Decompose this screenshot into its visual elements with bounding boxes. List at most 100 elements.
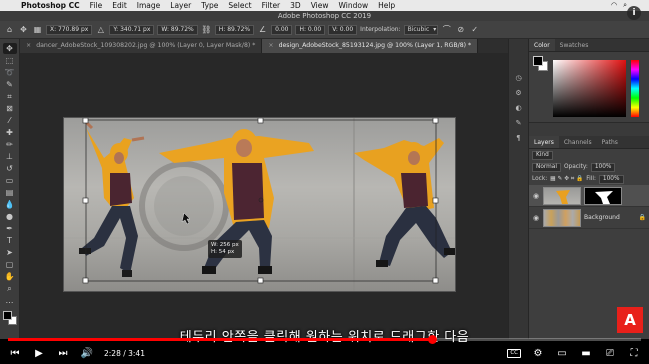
opacity-field[interactable]: 100% [590,162,616,172]
menu-type[interactable]: Type [196,1,223,10]
menu-3d[interactable]: 3D [285,1,306,10]
next-icon[interactable]: ⏭ [56,348,70,359]
reference-point-icon[interactable]: ▦ [32,24,43,35]
lock-icons[interactable]: ▦ ✎ ✥ ⌗ 🔒 [550,176,583,183]
transform-handle[interactable] [82,197,89,204]
menu-app-name[interactable]: Photoshop CC [16,1,85,10]
menu-edit[interactable]: Edit [107,1,132,10]
previous-icon[interactable]: ⏮ [8,348,22,359]
layer-row-background[interactable]: ◉ Background 🔒 [529,207,649,229]
clone-stamp-tool-icon[interactable]: ⊥ [3,151,17,162]
color-picker-field[interactable] [553,60,626,117]
adjustments-panel-icon[interactable]: ◐ [513,103,525,113]
move-tool-icon[interactable]: ✥ [18,24,29,35]
menu-select[interactable]: Select [223,1,256,10]
tab-layers[interactable]: Layers [529,136,559,148]
menu-layer[interactable]: Layer [165,1,196,10]
visibility-eye-icon[interactable]: ◉ [532,214,540,222]
commit-transform-icon[interactable]: ✓ [469,24,480,35]
cancel-transform-icon[interactable]: ⊘ [455,24,466,35]
wifi-icon[interactable]: ◠ [611,1,617,10]
shape-tool-icon[interactable]: ▢ [3,259,17,270]
history-brush-tool-icon[interactable]: ↺ [3,163,17,174]
settings-gear-icon[interactable]: ⚙ [531,348,545,359]
tab-paths[interactable]: Paths [597,136,623,148]
layer-kind-filter[interactable]: Kind [532,150,553,160]
fullscreen-icon[interactable]: ⛶ [627,348,641,359]
zoom-tool-icon[interactable]: ⌕ [3,283,17,294]
gradient-tool-icon[interactable]: ▤ [3,187,17,198]
play-icon[interactable]: ▶ [32,348,46,359]
cast-icon[interactable]: ⎚ [603,348,617,359]
warp-icon[interactable]: ⌒ [441,24,452,35]
marquee-tool-icon[interactable]: ⬚ [3,55,17,66]
tab-color[interactable]: Color [529,39,555,51]
menu-file[interactable]: File [85,1,108,10]
frame-tool-icon[interactable]: ⊠ [3,103,17,114]
video-info-icon[interactable]: i [627,6,641,20]
foreground-color-swatch[interactable] [2,311,12,320]
type-tool-icon[interactable]: T [3,235,17,246]
v-skew-field[interactable]: V: 0.00 [328,24,358,35]
relative-position-icon[interactable]: △ [95,24,106,35]
tab-channels[interactable]: Channels [559,136,597,148]
blend-mode-select[interactable]: Normal [532,162,561,172]
height-field[interactable]: H: 89.72% [214,24,255,35]
width-field[interactable]: W: 89.72% [157,24,198,35]
dodge-tool-icon[interactable]: ● [3,211,17,222]
transform-handle[interactable] [432,118,439,124]
visibility-eye-icon[interactable]: ◉ [532,192,540,200]
home-icon[interactable]: ⌂ [4,24,15,35]
transform-handle[interactable] [257,118,264,124]
layer-mask-thumbnail[interactable] [584,186,622,205]
hand-tool-icon[interactable]: ✋ [3,271,17,282]
move-tool-icon[interactable]: ✥ [2,43,17,54]
path-selection-tool-icon[interactable]: ➤ [3,247,17,258]
captions-icon[interactable]: CC [507,348,521,358]
lasso-tool-icon[interactable]: ➰ [3,67,17,78]
brushes-panel-icon[interactable]: ✎ [513,118,525,128]
layer-row-dancer[interactable]: ◉ [529,185,649,207]
fill-field[interactable]: 100% [598,174,624,184]
x-field[interactable]: X: 770.89 px [46,24,93,35]
h-skew-field[interactable]: H: 0.00 [295,24,326,35]
canvas-area[interactable]: W: 256 px H: 54 px [20,53,528,339]
transform-handle[interactable] [432,277,439,284]
menu-help[interactable]: Help [373,1,400,10]
y-field[interactable]: Y: 340.71 px [109,24,155,35]
menu-filter[interactable]: Filter [257,1,286,10]
menu-image[interactable]: Image [132,1,166,10]
tab-design[interactable]: × design_AdobeStock_85193124.jpg @ 100% (… [262,39,479,53]
link-icon[interactable]: ⛓ [201,24,212,35]
volume-icon[interactable]: 🔊 [80,348,94,359]
menu-window[interactable]: Window [334,1,374,10]
edit-toolbar-icon[interactable]: … [3,295,17,306]
tab-swatches[interactable]: Swatches [555,39,594,51]
tab-dancer[interactable]: × dancer_AdobeStock_109308202.jpg @ 100% … [20,39,263,53]
foreground-color-chip[interactable] [533,56,543,66]
brush-tool-icon[interactable]: ✏ [3,139,17,150]
video-progress-bar[interactable] [8,335,641,344]
interpolation-select[interactable]: Bicubic [403,24,439,35]
foreground-background-swatches[interactable] [2,311,17,325]
menu-view[interactable]: View [306,1,334,10]
blur-tool-icon[interactable]: 💧 [3,199,17,210]
transform-handle[interactable] [82,277,89,284]
angle-field[interactable]: 0.00 [271,24,293,35]
properties-panel-icon[interactable]: ⚙ [513,88,525,98]
crop-tool-icon[interactable]: ⌗ [3,91,17,102]
quick-select-tool-icon[interactable]: ✎ [3,79,17,90]
transform-handle[interactable] [432,197,439,204]
eyedropper-tool-icon[interactable]: ⁄ [3,115,17,126]
document-image[interactable] [63,117,456,292]
miniplayer-icon[interactable]: ▭ [555,348,569,359]
transform-handle[interactable] [82,118,89,124]
close-tab-icon[interactable]: × [26,42,31,49]
hue-slider[interactable] [631,60,639,117]
paragraph-panel-icon[interactable]: ¶ [513,133,525,143]
theater-mode-icon[interactable]: ▬ [579,348,593,359]
pen-tool-icon[interactable]: ✒ [3,223,17,234]
healing-brush-tool-icon[interactable]: ✚ [3,127,17,138]
eraser-tool-icon[interactable]: ▭ [3,175,17,186]
close-tab-icon[interactable]: × [268,42,273,49]
